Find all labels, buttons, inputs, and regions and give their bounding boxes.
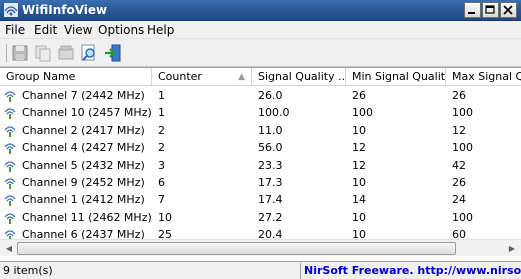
column-header-min-signal-quality[interactable]: Min Signal Quality (346, 68, 446, 86)
counter-cell: 1 (158, 89, 165, 102)
wifi-channel-icon (4, 195, 16, 207)
signal-quality-cell: 23.3 (258, 158, 283, 172)
counter-cell: 2 (158, 141, 165, 155)
column-header-counter-label: Counter (158, 70, 202, 83)
min-signal-quality-cell: 10 (352, 210, 366, 224)
min-signal-quality-cell: 14 (352, 193, 366, 207)
signal-quality-cell: 11.0 (258, 123, 283, 137)
min-signal-quality-cell: 10 (352, 175, 366, 189)
counter-cell: 2 (158, 123, 165, 137)
max-signal-quality-cell: 100 (452, 106, 473, 120)
menu-bar: File Edit View Options Help (0, 21, 521, 39)
signal-quality-cell: 26.0 (258, 89, 283, 102)
table-row[interactable]: Channel 10 (2457 MHz) 1 100.0 100 100 (0, 104, 521, 121)
copy-icon[interactable] (33, 43, 53, 63)
wifi-channel-icon (4, 178, 16, 189)
window-title: WifiInfoView (22, 3, 108, 17)
menu-view[interactable]: View (64, 23, 92, 37)
counter-cell: 6 (158, 175, 165, 189)
table-row[interactable]: Channel 1 (2412 MHz) 7 17.4 14 24 (0, 191, 521, 208)
min-signal-quality-cell: 12 (352, 141, 366, 155)
group-name-cell: Channel 1 (2412 MHz) (22, 193, 145, 207)
max-signal-quality-cell: 24 (452, 193, 466, 207)
scroll-right-icon[interactable]: ▶ (504, 241, 520, 256)
table-row[interactable]: Channel 9 (2452 MHz) 6 17.3 10 26 (0, 174, 521, 191)
maximize-button[interactable] (482, 2, 499, 18)
max-signal-quality-cell: 100 (452, 210, 473, 224)
max-signal-quality-cell: 100 (452, 141, 473, 155)
group-name-cell: Channel 7 (2442 MHz) (22, 89, 145, 102)
item-count: 9 item(s) (3, 264, 53, 277)
max-signal-quality-cell: 12 (452, 123, 466, 137)
wifi-channel-icon (4, 160, 16, 172)
scroll-left-icon[interactable]: ◀ (1, 241, 17, 256)
table-row[interactable]: Channel 2 (2417 MHz) 2 11.0 10 12 (0, 122, 521, 139)
menu-edit[interactable]: Edit (34, 23, 57, 37)
menu-file[interactable]: File (5, 23, 25, 37)
sort-ascending-icon: ▲ (238, 72, 245, 82)
wifi-channel-icon (4, 213, 16, 224)
column-header-group-name[interactable]: Group Name (0, 68, 152, 86)
min-signal-quality-cell: 26 (352, 89, 366, 102)
list-header: Group Name Counter ▲ Signal Quality ... … (0, 68, 521, 86)
signal-quality-cell: 17.3 (258, 175, 283, 189)
wifi-channel-icon (4, 108, 16, 120)
status-bar: 9 item(s) NirSoft Freeware. http://www.n… (0, 261, 521, 279)
maximize-icon (485, 5, 495, 14)
signal-quality-cell: 56.0 (258, 141, 283, 155)
scrollbar-thumb[interactable] (17, 242, 456, 255)
close-icon (503, 5, 513, 15)
column-header-counter[interactable]: Counter ▲ (152, 68, 252, 86)
group-name-cell: Channel 10 (2457 MHz) (22, 106, 152, 120)
counter-cell: 10 (158, 210, 172, 224)
properties-icon[interactable] (56, 43, 76, 63)
toolbar-separator (6, 44, 7, 62)
max-signal-quality-cell: 42 (452, 158, 466, 172)
group-name-cell: Channel 4 (2427 MHz) (22, 141, 145, 155)
min-signal-quality-cell: 12 (352, 158, 366, 172)
group-name-cell: Channel 11 (2462 MHz) (22, 210, 152, 224)
nirsoft-link[interactable]: NirSoft Freeware. http://www.nirso (304, 264, 521, 277)
table-row[interactable]: Channel 5 (2432 MHz) 3 23.3 12 42 (0, 157, 521, 174)
table-row[interactable]: Channel 11 (2462 MHz) 10 27.2 10 100 (0, 209, 521, 226)
minimize-icon (468, 12, 475, 14)
save-icon[interactable] (10, 43, 30, 63)
counter-cell: 3 (158, 158, 165, 172)
group-name-cell: Channel 2 (2417 MHz) (22, 123, 145, 137)
toolbar (0, 39, 521, 67)
table-row[interactable]: Channel 4 (2427 MHz) 2 56.0 12 100 (0, 139, 521, 156)
list-rows: Channel 7 (2442 MHz) 1 26.0 26 26 Channe… (0, 87, 521, 244)
table-row[interactable]: Channel 7 (2442 MHz) 1 26.0 26 26 (0, 87, 521, 104)
wifi-app-icon (4, 3, 18, 17)
signal-quality-cell: 17.4 (258, 193, 283, 207)
min-signal-quality-cell: 100 (352, 106, 373, 120)
group-name-cell: Channel 5 (2432 MHz) (22, 158, 145, 172)
menu-options[interactable]: Options (98, 23, 144, 37)
counter-cell: 1 (158, 106, 165, 120)
max-signal-quality-cell: 26 (452, 89, 466, 102)
signal-quality-cell: 27.2 (258, 210, 283, 224)
minimize-button[interactable] (464, 2, 481, 18)
min-signal-quality-cell: 10 (352, 123, 366, 137)
status-separator (300, 263, 301, 279)
max-signal-quality-cell: 26 (452, 175, 466, 189)
menu-help[interactable]: Help (147, 23, 174, 37)
column-header-signal-quality[interactable]: Signal Quality ... (252, 68, 346, 86)
find-icon[interactable] (79, 43, 99, 63)
wifi-channel-icon (4, 143, 16, 155)
counter-cell: 7 (158, 193, 165, 207)
horizontal-scrollbar[interactable]: ◀ ▶ (0, 239, 521, 256)
group-name-cell: Channel 9 (2452 MHz) (22, 175, 145, 189)
wifi-channel-icon (4, 126, 16, 137)
wifi-channel-icon (4, 91, 16, 102)
column-header-max-signal-quality[interactable]: Max Signal Q (446, 68, 521, 86)
exit-icon[interactable] (103, 43, 123, 63)
group-list[interactable]: Group Name Counter ▲ Signal Quality ... … (0, 67, 521, 261)
signal-quality-cell: 100.0 (258, 106, 290, 120)
title-bar: WifiInfoView (0, 0, 521, 21)
close-button[interactable] (500, 2, 517, 18)
